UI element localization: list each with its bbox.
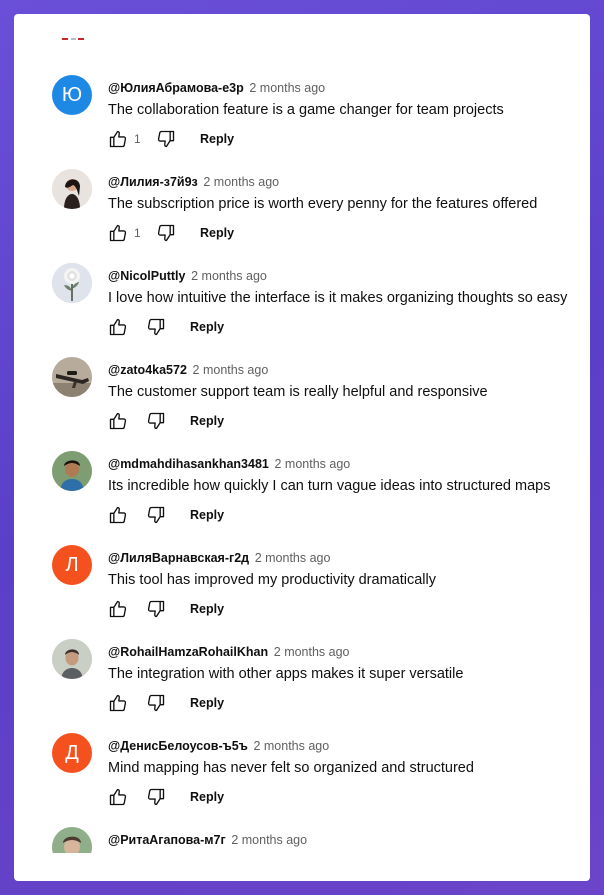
comment-author[interactable]: @ЛиляВарнавская-г2д: [108, 551, 249, 565]
comment-author[interactable]: @ЮлияАбрамова-е3р: [108, 81, 244, 95]
thumbs-up-icon[interactable]: [106, 691, 130, 715]
comment-header: @ЮлияАбрамова-е3р 2 months ago: [108, 79, 325, 97]
profile-photo-icon: [52, 827, 92, 853]
profile-photo-icon: [52, 639, 92, 679]
rifle-photo-icon: [52, 357, 92, 397]
thumbs-up-icon[interactable]: [106, 597, 130, 621]
thumbs-up-icon[interactable]: [106, 221, 130, 245]
comments-panel: Ю @ЮлияАбрамова-е3р 2 months ago The col…: [14, 14, 590, 881]
avatar[interactable]: [52, 827, 92, 853]
cut-off-avatar-fragment: [62, 38, 84, 44]
comment-text: I love how intuitive the interface is it…: [108, 290, 568, 306]
comment-actions: Reply: [106, 315, 224, 339]
reply-button[interactable]: Reply: [190, 410, 224, 432]
comment-header: @ДенисБелоусов-ъ5ъ 2 months ago: [108, 737, 329, 755]
avatar[interactable]: Д: [52, 733, 92, 773]
comment-text: The subscription price is worth every pe…: [108, 196, 538, 212]
avatar[interactable]: [52, 639, 92, 679]
thumbs-up-icon[interactable]: [106, 127, 130, 151]
reply-button[interactable]: Reply: [190, 316, 224, 338]
comment-item: @Лилия-з7й9з 2 months ago The subscripti…: [14, 169, 590, 263]
like-count: 1: [134, 132, 141, 146]
comment-text: The collaboration feature is a game chan…: [108, 102, 504, 118]
comment-actions: Reply: [106, 503, 224, 527]
thumbs-down-icon[interactable]: [144, 597, 168, 621]
reply-button[interactable]: Reply: [190, 504, 224, 526]
thumbs-up-icon[interactable]: [106, 315, 130, 339]
thumbs-down-icon[interactable]: [144, 409, 168, 433]
comment-header: @RohailHamzaRohailKhan 2 months ago: [108, 643, 350, 661]
comment-author[interactable]: @NicolPuttly: [108, 269, 185, 283]
comment-item: @mdmahdihasankhan3481 2 months ago Its i…: [14, 451, 590, 545]
comment-text: The integration with other apps makes it…: [108, 666, 464, 682]
comment-timestamp[interactable]: 2 months ago: [274, 457, 350, 471]
comment-timestamp[interactable]: 2 months ago: [191, 269, 267, 283]
avatar[interactable]: [52, 357, 92, 397]
comment-item: @zato4ka572 2 months ago The customer su…: [14, 357, 590, 451]
thumbs-up-icon[interactable]: [106, 503, 130, 527]
comment-header: @zato4ka572 2 months ago: [108, 361, 268, 379]
thumbs-down-icon[interactable]: [144, 691, 168, 715]
comment-header: @mdmahdihasankhan3481 2 months ago: [108, 455, 350, 473]
comment-header: @Лилия-з7й9з 2 months ago: [108, 173, 279, 191]
comment-timestamp[interactable]: 2 months ago: [253, 739, 329, 753]
comment-header: @РитаАгапова-м7г 2 months ago: [108, 831, 307, 849]
avatar[interactable]: Ю: [52, 75, 92, 115]
comment-author[interactable]: @mdmahdihasankhan3481: [108, 457, 269, 471]
comment-text: Its incredible how quickly I can turn va…: [108, 478, 551, 494]
comment-actions: 1 Reply: [106, 127, 234, 151]
avatar[interactable]: [52, 263, 92, 303]
reply-button[interactable]: Reply: [190, 598, 224, 620]
thumbs-up-icon[interactable]: [106, 785, 130, 809]
comment-item: Д @ДенисБелоусов-ъ5ъ 2 months ago Mind m…: [14, 733, 590, 827]
comment-author[interactable]: @ДенисБелоусов-ъ5ъ: [108, 739, 248, 753]
comment-text: This tool has improved my productivity d…: [108, 572, 436, 588]
like-count: 1: [134, 226, 141, 240]
rose-photo-icon: [52, 263, 92, 303]
avatar-letter: Д: [65, 741, 79, 764]
reply-button[interactable]: Reply: [200, 128, 234, 150]
comment-item: @РитаАгапова-м7г 2 months ago: [14, 827, 590, 853]
comment-actions: Reply: [106, 409, 224, 433]
comment-item: Ю @ЮлияАбрамова-е3р 2 months ago The col…: [14, 75, 590, 169]
comment-text: Mind mapping has never felt so organized…: [108, 760, 474, 776]
comment-timestamp[interactable]: 2 months ago: [231, 833, 307, 847]
comment-timestamp[interactable]: 2 months ago: [249, 81, 325, 95]
comment-author[interactable]: @Лилия-з7й9з: [108, 175, 198, 189]
avatar-letter: Ю: [61, 83, 83, 106]
avatar[interactable]: [52, 169, 92, 209]
thumbs-down-icon[interactable]: [144, 315, 168, 339]
comment-text: The customer support team is really help…: [108, 384, 488, 400]
comment-timestamp[interactable]: 2 months ago: [203, 175, 279, 189]
comment-item: @NicolPuttly 2 months ago I love how int…: [14, 263, 590, 357]
comment-actions: Reply: [106, 785, 224, 809]
avatar[interactable]: [52, 451, 92, 491]
comment-actions: Reply: [106, 597, 224, 621]
avatar[interactable]: Л: [52, 545, 92, 585]
comment-item: @RohailHamzaRohailKhan 2 months ago The …: [14, 639, 590, 733]
comment-author[interactable]: @zato4ka572: [108, 363, 187, 377]
thumbs-down-icon[interactable]: [144, 785, 168, 809]
comment-actions: Reply: [106, 691, 224, 715]
reply-button[interactable]: Reply: [190, 692, 224, 714]
thumbs-down-icon[interactable]: [144, 503, 168, 527]
comment-timestamp[interactable]: 2 months ago: [255, 551, 331, 565]
comment-actions: 1 Reply: [106, 221, 234, 245]
reply-button[interactable]: Reply: [200, 222, 234, 244]
comment-author[interactable]: @РитаАгапова-м7г: [108, 833, 226, 847]
comment-header: @ЛиляВарнавская-г2д 2 months ago: [108, 549, 330, 567]
reply-button[interactable]: Reply: [190, 786, 224, 808]
comment-author[interactable]: @RohailHamzaRohailKhan: [108, 645, 268, 659]
comment-item: Л @ЛиляВарнавская-г2д 2 months ago This …: [14, 545, 590, 639]
thumbs-up-icon[interactable]: [106, 409, 130, 433]
profile-photo-icon: [52, 451, 92, 491]
thumbs-down-icon[interactable]: [154, 221, 178, 245]
comment-header: @NicolPuttly 2 months ago: [108, 267, 267, 285]
thumbs-down-icon[interactable]: [154, 127, 178, 151]
avatar-letter: Л: [65, 553, 79, 576]
comment-timestamp[interactable]: 2 months ago: [274, 645, 350, 659]
comment-timestamp[interactable]: 2 months ago: [193, 363, 269, 377]
profile-photo-icon: [52, 169, 92, 209]
